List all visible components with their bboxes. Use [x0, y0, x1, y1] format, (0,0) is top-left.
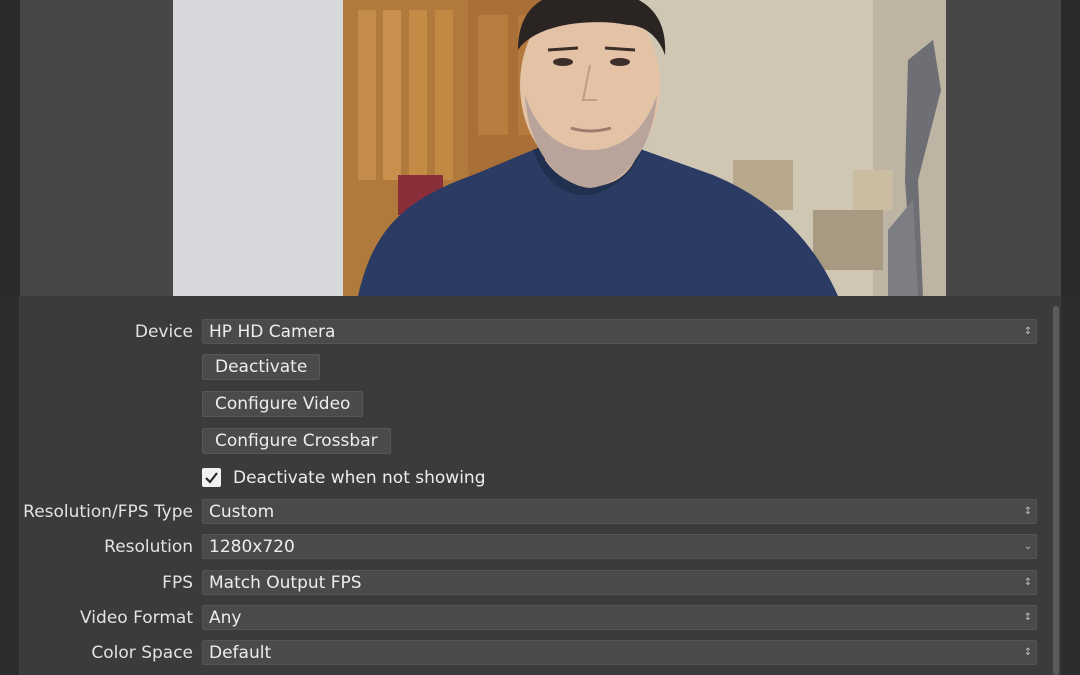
checkmark-icon — [205, 472, 218, 484]
properties-panel: Device HP HD Camera ↕ Deactivate Configu… — [0, 296, 1080, 675]
device-label: Device — [134, 322, 193, 342]
preview-area — [20, 0, 1061, 296]
webcam-person-image — [173, 0, 946, 296]
video-format-value: Any — [209, 608, 242, 628]
resolution-value: 1280x720 — [209, 537, 295, 557]
camera-feed-image — [173, 0, 946, 296]
configure-crossbar-button[interactable]: Configure Crossbar — [202, 428, 391, 454]
resolution-select[interactable]: 1280x720 ⌄ — [202, 534, 1037, 559]
fps-select[interactable]: Match Output FPS ↕ — [202, 570, 1037, 595]
color-space-select[interactable]: Default ↕ — [202, 640, 1037, 665]
panel-right-edge — [1061, 296, 1080, 675]
resolution-fps-type-value: Custom — [209, 502, 275, 522]
resolution-fps-type-label: Resolution/FPS Type — [23, 502, 193, 522]
up-down-chevron-icon: ↕ — [1023, 647, 1033, 658]
resolution-label: Resolution — [104, 537, 193, 557]
fps-value: Match Output FPS — [209, 573, 362, 593]
device-select[interactable]: HP HD Camera ↕ — [202, 319, 1037, 344]
deactivate-when-not-showing-checkbox[interactable] — [202, 468, 221, 487]
video-format-select[interactable]: Any ↕ — [202, 605, 1037, 630]
chevron-down-icon: ⌄ — [1023, 541, 1033, 552]
up-down-chevron-icon: ↕ — [1023, 612, 1033, 623]
scrollbar-thumb[interactable] — [1053, 306, 1059, 675]
resolution-fps-type-select[interactable]: Custom ↕ — [202, 499, 1037, 524]
device-select-value: HP HD Camera — [209, 322, 336, 342]
fps-label: FPS — [162, 573, 193, 593]
configure-video-button[interactable]: Configure Video — [202, 391, 364, 417]
up-down-chevron-icon: ↕ — [1023, 326, 1033, 337]
up-down-chevron-icon: ↕ — [1023, 506, 1033, 517]
deactivate-when-not-showing-label: Deactivate when not showing — [233, 468, 486, 488]
deactivate-button[interactable]: Deactivate — [202, 354, 321, 380]
up-down-chevron-icon: ↕ — [1023, 577, 1033, 588]
color-space-value: Default — [209, 643, 272, 663]
video-format-label: Video Format — [80, 608, 193, 628]
color-space-label: Color Space — [91, 643, 193, 663]
